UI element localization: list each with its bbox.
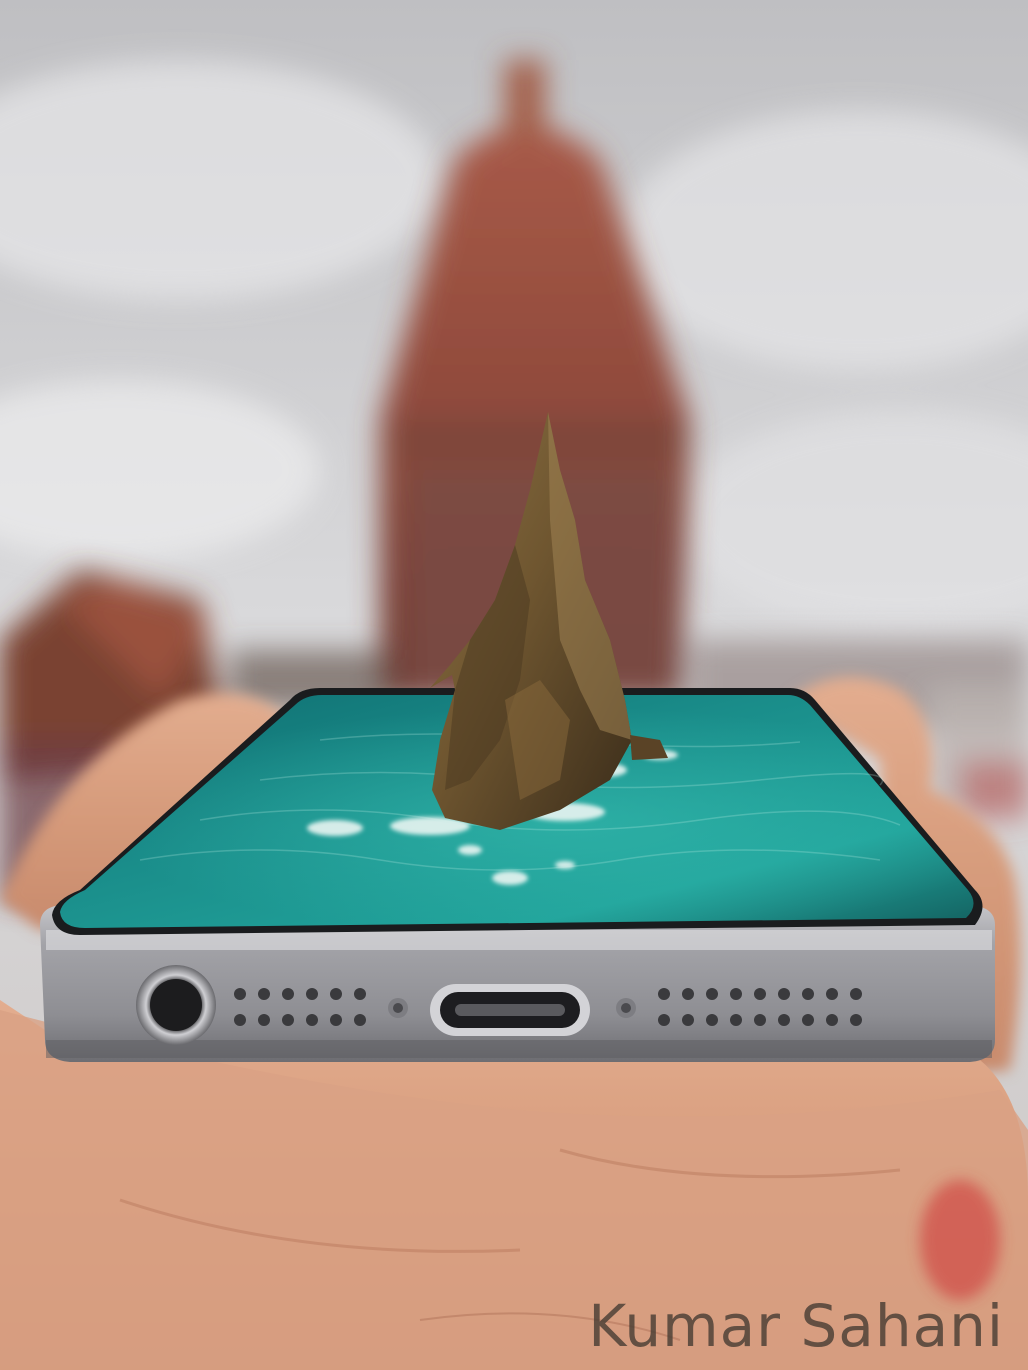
photo-scene: Kumar Sahani xyxy=(0,0,1028,1370)
photo-illustration xyxy=(0,0,1028,1370)
photographer-signature: Kumar Sahani xyxy=(588,1292,1004,1360)
